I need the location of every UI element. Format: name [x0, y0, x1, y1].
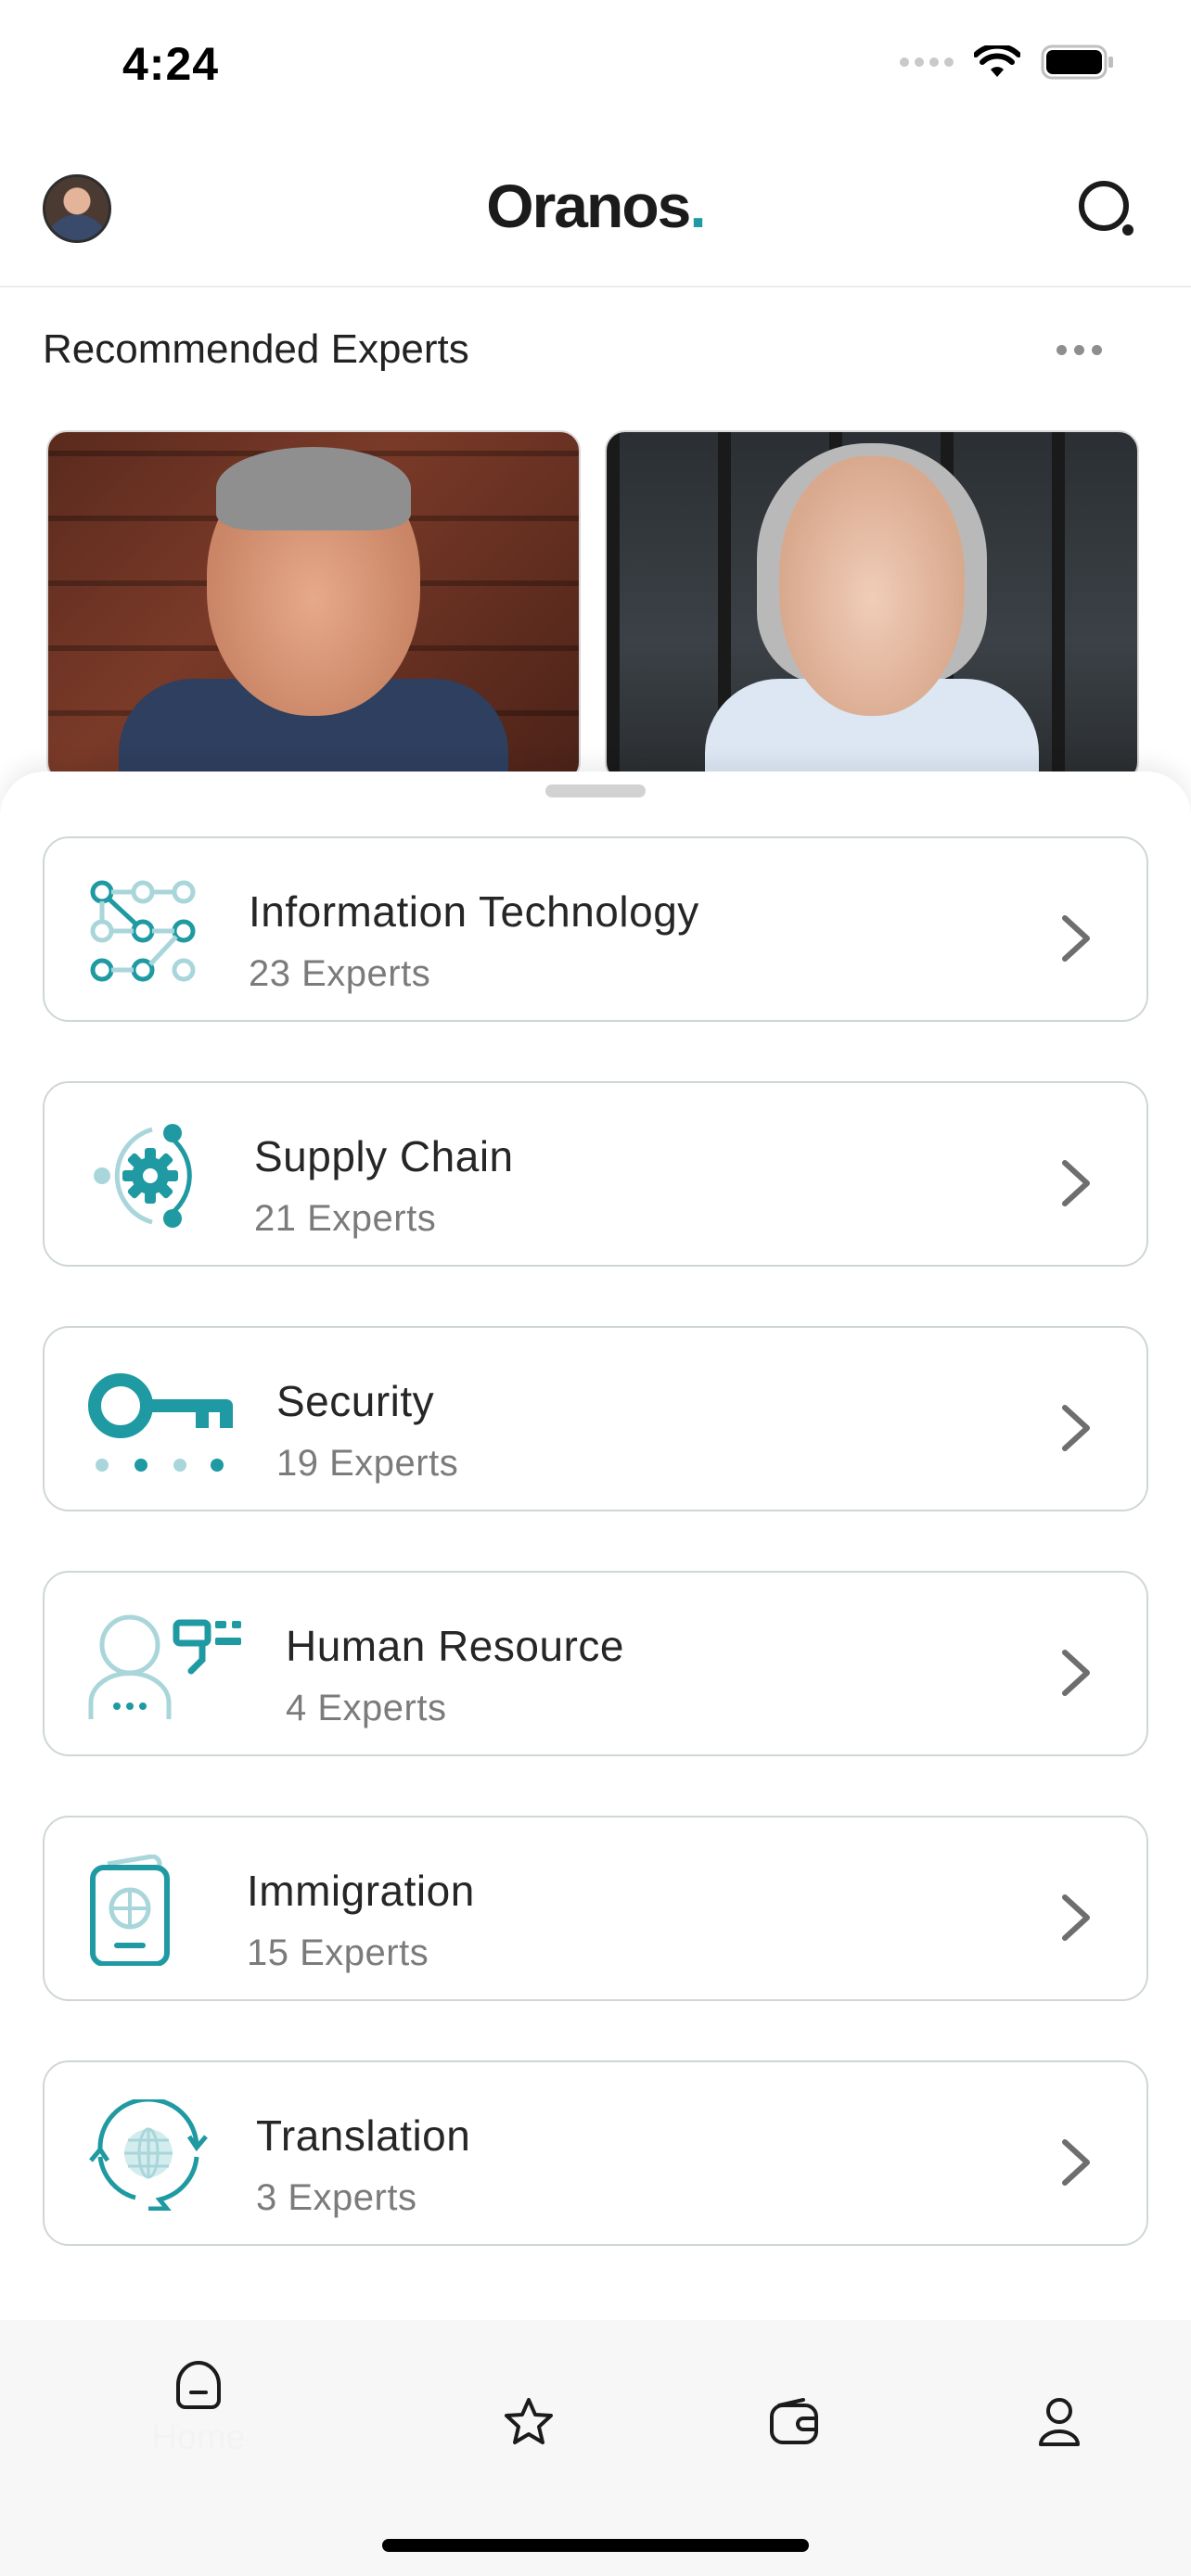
brand-dot: . — [689, 172, 706, 240]
brand-name: Oranos — [486, 172, 691, 240]
chevron-right-icon — [1062, 1894, 1090, 1941]
expert-photo — [705, 443, 1039, 781]
status-time: 4:24 — [122, 38, 220, 90]
category-text: Human Resource 4 Experts — [286, 1621, 624, 1729]
status-icons — [900, 45, 1115, 80]
category-name: Supply Chain — [254, 1132, 514, 1180]
circuit-icon — [90, 880, 196, 982]
profile-icon — [1039, 2398, 1080, 2446]
tab-label: Home — [151, 2418, 246, 2457]
chevron-right-icon — [1062, 1160, 1090, 1206]
category-card-security[interactable]: Security 19 Experts — [43, 1326, 1148, 1511]
chevron-right-icon — [1062, 915, 1090, 962]
home-icon — [176, 2361, 221, 2409]
signal-icon — [900, 57, 954, 67]
category-count: 3 Experts — [256, 2177, 417, 2218]
wallet-icon — [770, 2398, 818, 2444]
tab-favorites[interactable] — [455, 2357, 603, 2478]
category-card-immigration[interactable]: Immigration 15 Experts — [43, 1816, 1148, 2001]
passport-icon — [90, 1855, 170, 1966]
category-count: 19 Experts — [276, 1443, 459, 1484]
category-sheet: Information Technology 23 Experts Supply… — [0, 772, 1191, 2322]
category-name: Immigration — [247, 1867, 475, 1915]
more-icon[interactable] — [1057, 345, 1102, 355]
category-card-human-resource[interactable]: Human Resource 4 Experts — [43, 1571, 1148, 1756]
key-icon — [88, 1373, 233, 1472]
wifi-icon — [974, 45, 1020, 77]
category-card-translation[interactable]: Translation 3 Experts — [43, 2060, 1148, 2246]
brand-logo: Oranos. — [0, 171, 1191, 241]
category-name: Translation — [256, 2111, 471, 2160]
sheet-handle[interactable] — [545, 784, 646, 797]
gear-cycle-icon — [94, 1124, 192, 1228]
expert-card[interactable] — [605, 430, 1139, 783]
category-text: Supply Chain 21 Experts — [254, 1131, 514, 1240]
status-bar: 4:24 — [0, 0, 1191, 139]
home-indicator — [382, 2539, 809, 2552]
section-title: Recommended Experts — [43, 326, 469, 372]
globe-chat-icon — [89, 2099, 208, 2211]
star-icon — [505, 2398, 553, 2444]
battery-icon — [1041, 45, 1113, 80]
tab-home[interactable]: Home — [124, 2357, 273, 2478]
category-text: Information Technology 23 Experts — [249, 886, 699, 995]
category-count: 23 Experts — [249, 953, 431, 994]
category-count: 15 Experts — [247, 1932, 429, 1973]
category-text: Translation 3 Experts — [256, 2111, 470, 2219]
category-card-information-technology[interactable]: Information Technology 23 Experts — [43, 836, 1148, 1022]
app-header: Oranos. — [0, 139, 1191, 287]
chevron-right-icon — [1062, 1405, 1090, 1451]
expert-card[interactable] — [46, 430, 581, 783]
category-text: Security 19 Experts — [276, 1376, 458, 1485]
tab-bar: Home — [0, 2320, 1191, 2576]
category-text: Immigration 15 Experts — [247, 1866, 475, 1974]
category-name: Human Resource — [286, 1622, 624, 1670]
category-count: 21 Experts — [254, 1198, 437, 1239]
tab-wallet[interactable] — [720, 2357, 868, 2478]
category-card-supply-chain[interactable]: Supply Chain 21 Experts — [43, 1081, 1148, 1267]
person-chat-icon — [88, 1614, 241, 1719]
search-icon[interactable] — [1074, 176, 1141, 243]
tab-profile[interactable] — [985, 2357, 1133, 2478]
category-count: 4 Experts — [286, 1688, 447, 1728]
expert-photo — [119, 447, 508, 781]
chevron-right-icon — [1062, 1650, 1090, 1696]
chevron-right-icon — [1062, 2139, 1090, 2186]
category-name: Information Technology — [249, 887, 699, 936]
category-name: Security — [276, 1377, 435, 1425]
